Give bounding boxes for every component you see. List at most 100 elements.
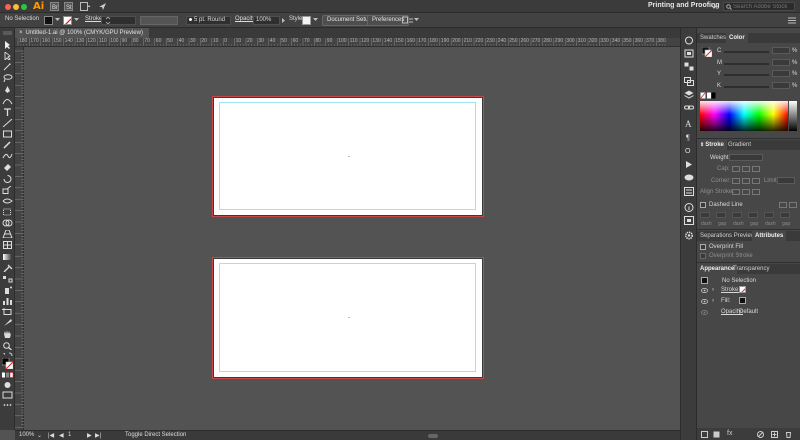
cyan-slider[interactable]: [724, 51, 769, 53]
navigator-icon[interactable]: [684, 216, 694, 225]
eye-icon[interactable]: [701, 310, 708, 315]
dash-field-1[interactable]: [700, 212, 710, 218]
yellow-input[interactable]: [772, 70, 790, 77]
previous-artboard-button[interactable]: ◀: [59, 432, 64, 439]
actions-icon[interactable]: [684, 160, 694, 169]
cyan-input[interactable]: [772, 47, 790, 54]
appearance-fill-label[interactable]: Fill:: [721, 298, 730, 304]
stroke-weight-stepper[interactable]: [101, 16, 136, 25]
shaper-tool-icon[interactable]: [2, 152, 13, 160]
swatches-icon[interactable]: [684, 62, 694, 71]
minimize-window-button[interactable]: [13, 4, 19, 10]
black-input[interactable]: [772, 82, 790, 89]
color-panel-icon[interactable]: [684, 36, 694, 45]
toolbar-grip-icon[interactable]: [2, 31, 13, 35]
zoom-level[interactable]: 100%: [19, 432, 34, 438]
color-mode-icons[interactable]: [2, 372, 13, 378]
artboard-number[interactable]: 1: [68, 432, 71, 438]
info-icon[interactable]: [684, 203, 694, 212]
edit-toolbar-icon[interactable]: [2, 401, 13, 409]
bridge-icon[interactable]: Br: [50, 2, 59, 11]
eraser-tool-icon[interactable]: [2, 163, 13, 171]
cc-libraries-icon[interactable]: [684, 173, 694, 182]
screen-mode-icon[interactable]: [2, 391, 13, 399]
properties-icon[interactable]: [684, 187, 694, 196]
close-window-button[interactable]: [5, 4, 11, 10]
eyedropper-tool-icon[interactable]: [2, 264, 13, 272]
delete-item-icon[interactable]: [785, 431, 792, 438]
fill-color-swatch[interactable]: [44, 16, 53, 25]
stock-icon[interactable]: St: [64, 2, 73, 11]
slice-tool-icon[interactable]: [2, 319, 13, 327]
appearance-stroke-label[interactable]: Stroke:: [721, 287, 740, 293]
dash-alignment-buttons[interactable]: [779, 202, 797, 208]
eye-icon[interactable]: [701, 288, 708, 293]
send-icon[interactable]: [98, 2, 107, 11]
direct-selection-tool-icon[interactable]: [2, 52, 13, 60]
gradient-tool-icon[interactable]: [2, 253, 13, 261]
grayscale-ramp[interactable]: [789, 101, 797, 131]
line-segment-tool-icon[interactable]: [2, 119, 13, 127]
links-icon[interactable]: [684, 103, 694, 112]
corner-buttons[interactable]: [732, 178, 760, 184]
fill-stroke-widget[interactable]: [2, 358, 13, 369]
tab-transparency[interactable]: Transparency: [730, 264, 772, 274]
hand-tool-icon[interactable]: [2, 330, 13, 338]
chevron-down-icon[interactable]: [710, 2, 718, 11]
column-graph-tool-icon[interactable]: [2, 297, 13, 305]
paintbrush-tool-icon[interactable]: [2, 141, 13, 149]
gap-field-1[interactable]: [716, 212, 726, 218]
scale-tool-icon[interactable]: [2, 186, 13, 194]
overprint-fill-checkbox[interactable]: [700, 244, 706, 250]
rotate-tool-icon[interactable]: [2, 175, 13, 183]
magenta-input[interactable]: [772, 59, 790, 66]
artboard-1[interactable]: [213, 97, 483, 216]
tab-swatches[interactable]: Swatches: [697, 33, 729, 43]
artboard-2[interactable]: [213, 258, 483, 378]
lasso-tool-icon[interactable]: [2, 74, 13, 82]
rectangle-tool-icon[interactable]: [2, 130, 13, 138]
stock-search[interactable]: [723, 2, 795, 11]
chevron-down-icon[interactable]: [414, 18, 419, 22]
eye-icon[interactable]: [701, 299, 708, 304]
width-tool-icon[interactable]: [2, 197, 13, 205]
last-artboard-button[interactable]: ▶|: [95, 432, 101, 439]
variable-width-profile[interactable]: [140, 16, 178, 25]
dash-field-3[interactable]: [764, 212, 774, 218]
selection-tool-icon[interactable]: [2, 41, 13, 49]
first-artboard-button[interactable]: |◀: [48, 432, 54, 439]
pen-tool-icon[interactable]: [2, 86, 13, 94]
magic-wand-tool-icon[interactable]: [2, 63, 13, 71]
brush-definition[interactable]: 5 pt. Round: [186, 16, 231, 25]
paragraph-icon[interactable]: ¶: [684, 132, 694, 141]
disclosure-triangle-icon[interactable]: ›: [712, 298, 714, 304]
opentype-icon[interactable]: O: [684, 145, 694, 154]
curvature-tool-icon[interactable]: [2, 97, 13, 105]
tab-color[interactable]: Color: [726, 33, 748, 43]
symbol-sprayer-tool-icon[interactable]: [2, 286, 13, 294]
disclosure-triangle-icon[interactable]: ›: [712, 287, 714, 293]
settings-icon[interactable]: [684, 231, 694, 240]
mesh-tool-icon[interactable]: [2, 241, 13, 249]
stroke-color-swatch[interactable]: [63, 16, 72, 25]
horizontal-scrollbar-thumb[interactable]: [428, 434, 438, 438]
free-transform-tool-icon[interactable]: [2, 208, 13, 216]
tab-attributes[interactable]: Attributes: [752, 231, 787, 241]
appearance-fill-swatch[interactable]: [739, 297, 746, 304]
chevron-down-icon[interactable]: [313, 18, 318, 22]
overprint-stroke-checkbox[interactable]: [700, 253, 706, 259]
artboard-tool-icon[interactable]: [2, 308, 13, 316]
dash-field-2[interactable]: [732, 212, 742, 218]
perspective-grid-tool-icon[interactable]: [2, 230, 13, 238]
opacity-field[interactable]: 100%: [253, 16, 280, 25]
dashed-line-checkbox[interactable]: [700, 202, 706, 208]
swap-colors-icon[interactable]: [2, 352, 13, 357]
black-slider[interactable]: [724, 86, 769, 88]
chevron-down-icon[interactable]: [55, 18, 60, 22]
color-spectrum[interactable]: [700, 101, 788, 131]
shape-builder-tool-icon[interactable]: [2, 219, 13, 227]
add-effect-icon[interactable]: fx: [727, 430, 732, 437]
appearance-stroke-swatch[interactable]: [739, 286, 746, 293]
close-icon[interactable]: ×: [19, 30, 23, 36]
gap-field-3[interactable]: [780, 212, 790, 218]
